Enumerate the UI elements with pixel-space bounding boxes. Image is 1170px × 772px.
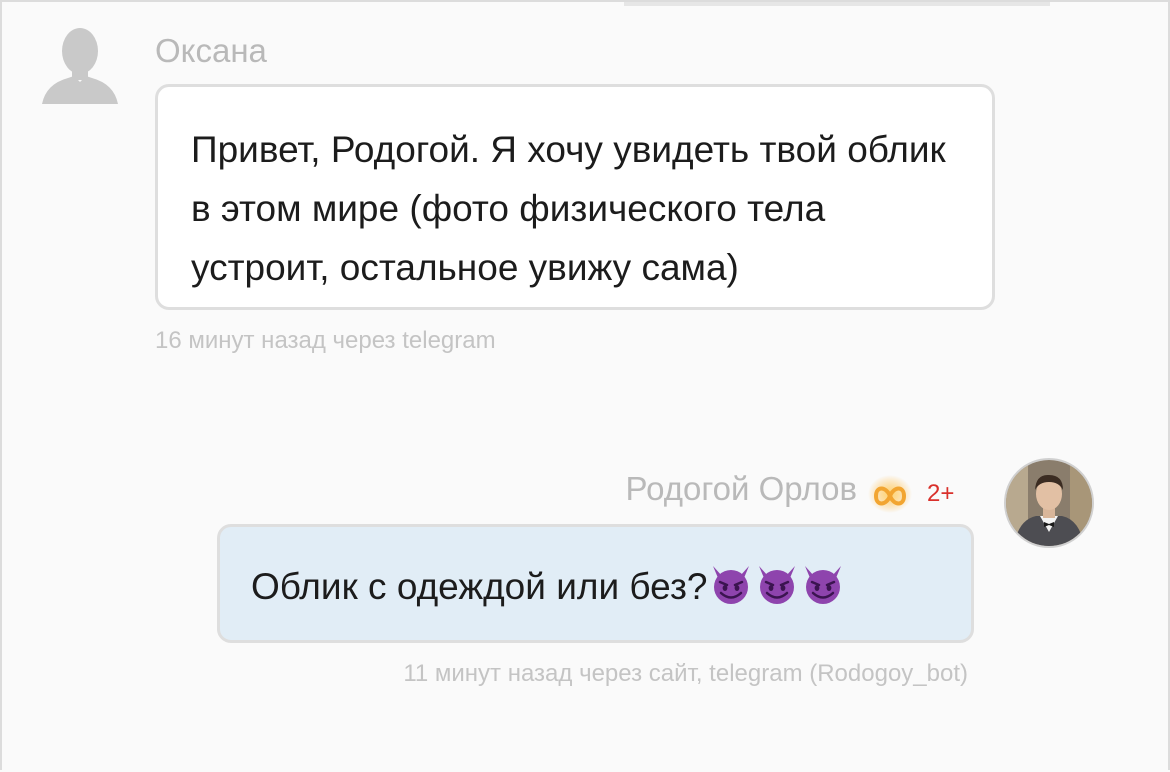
message-text: Привет, Родогой. Я хочу увидеть твой обл… [191, 129, 946, 288]
default-user-silhouette-icon[interactable] [40, 26, 120, 106]
smiling-devil-icon [801, 562, 845, 606]
sender-name[interactable]: Оксана [155, 32, 267, 70]
divider [624, 2, 1050, 6]
chat-window: Оксана Привет, Родогой. Я хочу увидеть т… [0, 0, 1170, 770]
message-bubble-incoming: Привет, Родогой. Я хочу увидеть твой обл… [155, 84, 995, 310]
message-bubble-outgoing: Облик с одеждой или без? [217, 524, 974, 643]
message-text: Облик с одеждой или без? [251, 566, 708, 607]
sender-name[interactable]: Родогой Орлов [626, 470, 857, 508]
user-photo-avatar[interactable] [1004, 458, 1094, 548]
smiling-devil-icon [709, 562, 753, 606]
message-meta: 11 минут назад через сайт, telegram (Rod… [403, 660, 968, 687]
glowing-infinity-icon [868, 474, 912, 514]
status-badge: 2+ [927, 480, 955, 507]
smiling-devil-icon [755, 562, 799, 606]
message-meta: 16 минут назад через telegram [155, 327, 496, 354]
